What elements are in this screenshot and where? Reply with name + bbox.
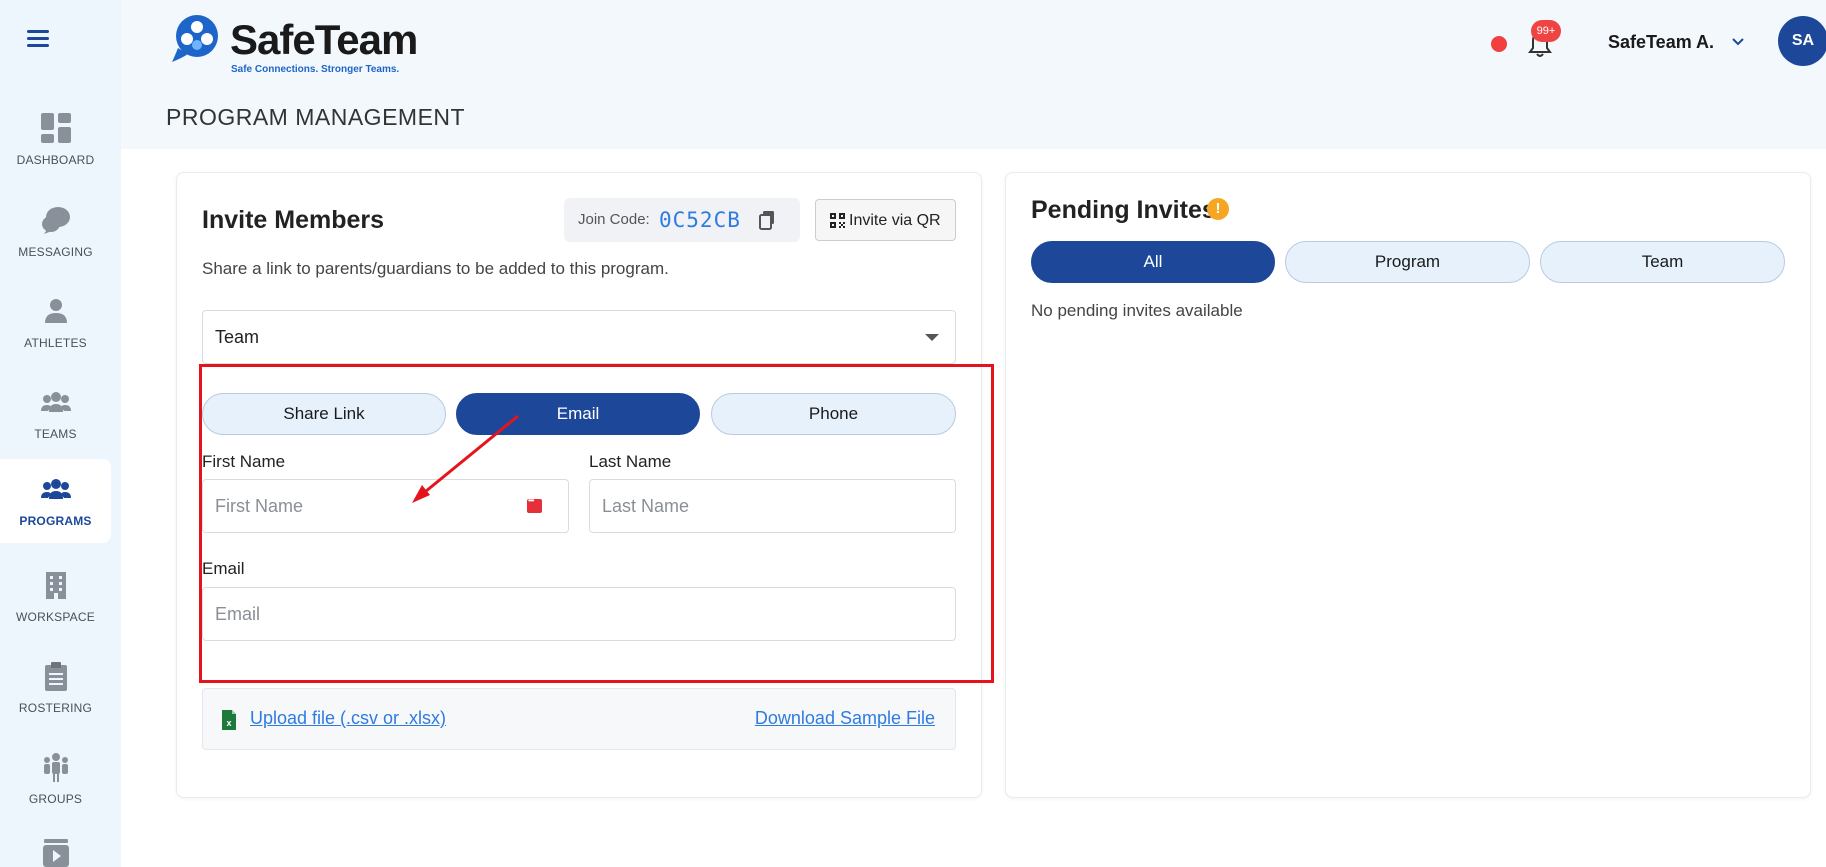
invite-via-qr-label: Invite via QR	[849, 212, 941, 229]
dashboard-icon	[40, 113, 71, 143]
sidebar-item-messaging[interactable]: MESSAGING	[0, 190, 111, 274]
invite-description: Share a link to parents/guardians to be …	[202, 259, 669, 278]
sidebar-item-teams[interactable]: TEAMS	[0, 372, 111, 456]
upload-file-link[interactable]: Upload file (.csv or .xlsx)	[250, 708, 446, 729]
invite-via-qr-button[interactable]: Invite via QR	[815, 199, 956, 241]
sidebar-item-label: TEAMS	[34, 427, 77, 441]
email-label: Email	[202, 559, 245, 578]
invite-members-title: Invite Members	[202, 206, 385, 234]
svg-text:x: x	[226, 718, 231, 728]
last-name-label: Last Name	[589, 452, 672, 471]
tab-share-link[interactable]: Share Link	[202, 393, 446, 435]
select-value: Team	[215, 327, 260, 347]
sidebar: DASHBOARD MESSAGING ATHLETES TEAMS PROGR…	[0, 0, 121, 867]
sidebar-item-label: PROGRAMS	[19, 514, 92, 528]
email-input[interactable]	[215, 588, 817, 640]
chevron-down-icon[interactable]	[1730, 34, 1746, 50]
download-sample-link[interactable]: Download Sample File	[755, 708, 935, 729]
first-name-input[interactable]	[215, 480, 507, 532]
email-field[interactable]	[202, 587, 956, 641]
brand-logo[interactable]: SafeTeam Safe Connections. Stronger Team…	[168, 14, 428, 76]
tab-program[interactable]: Program	[1285, 241, 1530, 283]
brand-name: SafeTeam	[230, 16, 418, 63]
tab-email[interactable]: Email	[456, 393, 700, 435]
user-menu[interactable]: SafeTeam A.	[1608, 32, 1714, 53]
sidebar-item-groups[interactable]: GROUPS	[0, 737, 111, 821]
chat-icon	[41, 207, 70, 234]
sidebar-item-workspace[interactable]: WORKSPACE	[0, 555, 111, 639]
join-code-box: Join Code: 0C52CB	[564, 198, 800, 242]
group-icon	[43, 753, 68, 782]
sidebar-item-athletes[interactable]: ATHLETES	[0, 281, 111, 365]
first-name-field[interactable]	[202, 479, 569, 533]
caret-down-icon	[925, 334, 939, 341]
brand-tagline: Safe Connections. Stronger Teams.	[231, 64, 400, 75]
first-name-label: First Name	[202, 452, 286, 471]
upload-section: x Upload file (.csv or .xlsx) Download S…	[202, 688, 956, 750]
copy-icon[interactable]	[758, 210, 776, 230]
clipboard-icon	[44, 662, 67, 691]
empty-state-text: No pending invites available	[1031, 301, 1243, 320]
users-icon	[40, 392, 71, 412]
warning-icon: !	[1207, 198, 1229, 220]
sidebar-item-label: WORKSPACE	[16, 610, 95, 624]
sidebar-item-label: ATHLETES	[24, 336, 87, 350]
tab-team[interactable]: Team	[1540, 241, 1785, 283]
pending-invites-title: Pending Invites	[1031, 196, 1216, 224]
qr-code-icon	[830, 213, 845, 228]
last-name-input[interactable]	[602, 480, 894, 532]
join-code-value: 0C52CB	[659, 208, 741, 232]
video-icon	[42, 839, 69, 867]
page-title: PROGRAM MANAGEMENT	[166, 104, 466, 130]
sidebar-item-label: DASHBOARD	[16, 153, 95, 167]
sidebar-item-video[interactable]	[0, 823, 111, 867]
menu-icon[interactable]	[27, 30, 49, 48]
sidebar-item-dashboard[interactable]: DASHBOARD	[0, 98, 111, 182]
person-icon	[44, 299, 67, 323]
notification-badge: 99+	[1531, 20, 1561, 42]
sidebar-item-rostering[interactable]: ROSTERING	[0, 646, 111, 730]
logo-icon	[172, 15, 218, 62]
sidebar-item-programs[interactable]: PROGRAMS	[0, 459, 111, 543]
invite-target-select[interactable]: Team	[202, 310, 956, 364]
join-code-label: Join Code:	[578, 211, 650, 228]
sidebar-item-label: ROSTERING	[18, 701, 93, 715]
last-name-field[interactable]	[589, 479, 956, 533]
avatar[interactable]: SA	[1778, 16, 1826, 66]
users-icon	[40, 479, 71, 499]
password-manager-icon[interactable]	[527, 496, 542, 513]
sidebar-item-label: GROUPS	[28, 792, 83, 806]
tab-phone[interactable]: Phone	[711, 393, 956, 435]
sidebar-item-label: MESSAGING	[18, 245, 93, 259]
excel-file-icon: x	[222, 710, 236, 730]
building-icon	[45, 572, 66, 599]
status-dot	[1491, 36, 1507, 52]
tab-all[interactable]: All	[1031, 241, 1275, 283]
